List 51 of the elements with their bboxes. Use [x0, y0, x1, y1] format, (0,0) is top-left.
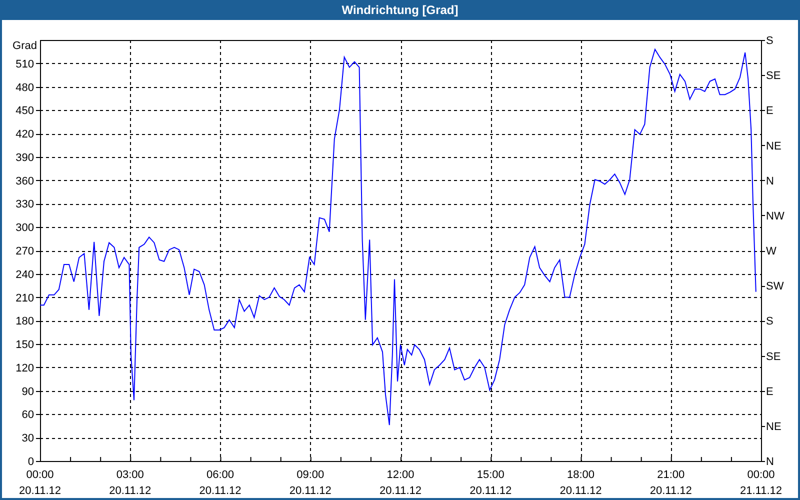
y-tick-label: 360	[16, 175, 34, 188]
compass-tick-label: N	[766, 175, 774, 188]
x-tick-label: 21:00	[657, 469, 685, 481]
x-tick-label: 00:00	[747, 469, 775, 481]
y-tick-label: 60	[22, 409, 34, 422]
y-tick-label: 0	[28, 456, 34, 468]
y-tick-label: 270	[16, 246, 34, 258]
x-tick-date: 21.11.12	[740, 485, 782, 497]
compass-tick-label: NE	[766, 420, 782, 433]
compass-tick-label: NE	[766, 140, 782, 152]
compass-tick-label: S	[766, 35, 774, 47]
compass-tick-label: SE	[766, 70, 781, 82]
y-axis-label: Grad	[12, 40, 37, 52]
x-tick-date: 20.11.12	[470, 485, 512, 497]
x-tick-label: 00:00	[26, 469, 54, 481]
x-tick-label: 18:00	[566, 469, 595, 481]
y-tick-label: 180	[16, 316, 34, 328]
compass-tick-label: S	[766, 316, 774, 328]
compass-tick-label: W	[766, 246, 776, 258]
compass-tick-label: E	[766, 386, 774, 398]
x-tick-label: 15:00	[476, 469, 504, 481]
x-tick-date: 20.11.12	[289, 485, 332, 497]
compass-tick-label: SW	[766, 280, 784, 293]
y-tick-label: 120	[16, 362, 34, 374]
y-tick-label: 300	[16, 222, 34, 234]
x-tick-date: 20.11.12	[560, 485, 602, 497]
y-tick-label: 390	[16, 152, 34, 164]
compass-tick-label: N	[766, 456, 774, 468]
x-tick-date: 20.11.12	[380, 485, 422, 497]
x-tick-label: 03:00	[116, 469, 144, 481]
x-tick-date: 20.11.12	[650, 485, 692, 497]
window-title: Windrichtung [Grad]	[340, 2, 460, 19]
y-tick-label: 90	[22, 386, 34, 398]
y-tick-label: 480	[16, 82, 34, 94]
x-tick-date: 20.11.12	[199, 485, 242, 497]
y-tick-label: 420	[16, 128, 34, 141]
compass-tick-label: E	[766, 105, 774, 118]
x-tick-label: 12:00	[386, 469, 414, 481]
y-tick-label: 210	[16, 292, 34, 304]
compass-tick-label: SE	[766, 350, 781, 363]
x-tick-date: 20.11.12	[109, 485, 152, 497]
x-tick-label: 06:00	[206, 469, 234, 481]
y-tick-label: 330	[16, 198, 34, 211]
y-tick-label: 510	[16, 58, 34, 70]
y-tick-label: 150	[16, 339, 34, 352]
y-tick-label: 240	[16, 268, 34, 281]
y-tick-label: 450	[16, 105, 34, 118]
x-tick-date: 20.11.12	[19, 485, 61, 497]
compass-tick-label: NW	[766, 210, 784, 222]
y-tick-label: 30	[22, 432, 34, 445]
x-tick-label: 09:00	[296, 469, 324, 481]
